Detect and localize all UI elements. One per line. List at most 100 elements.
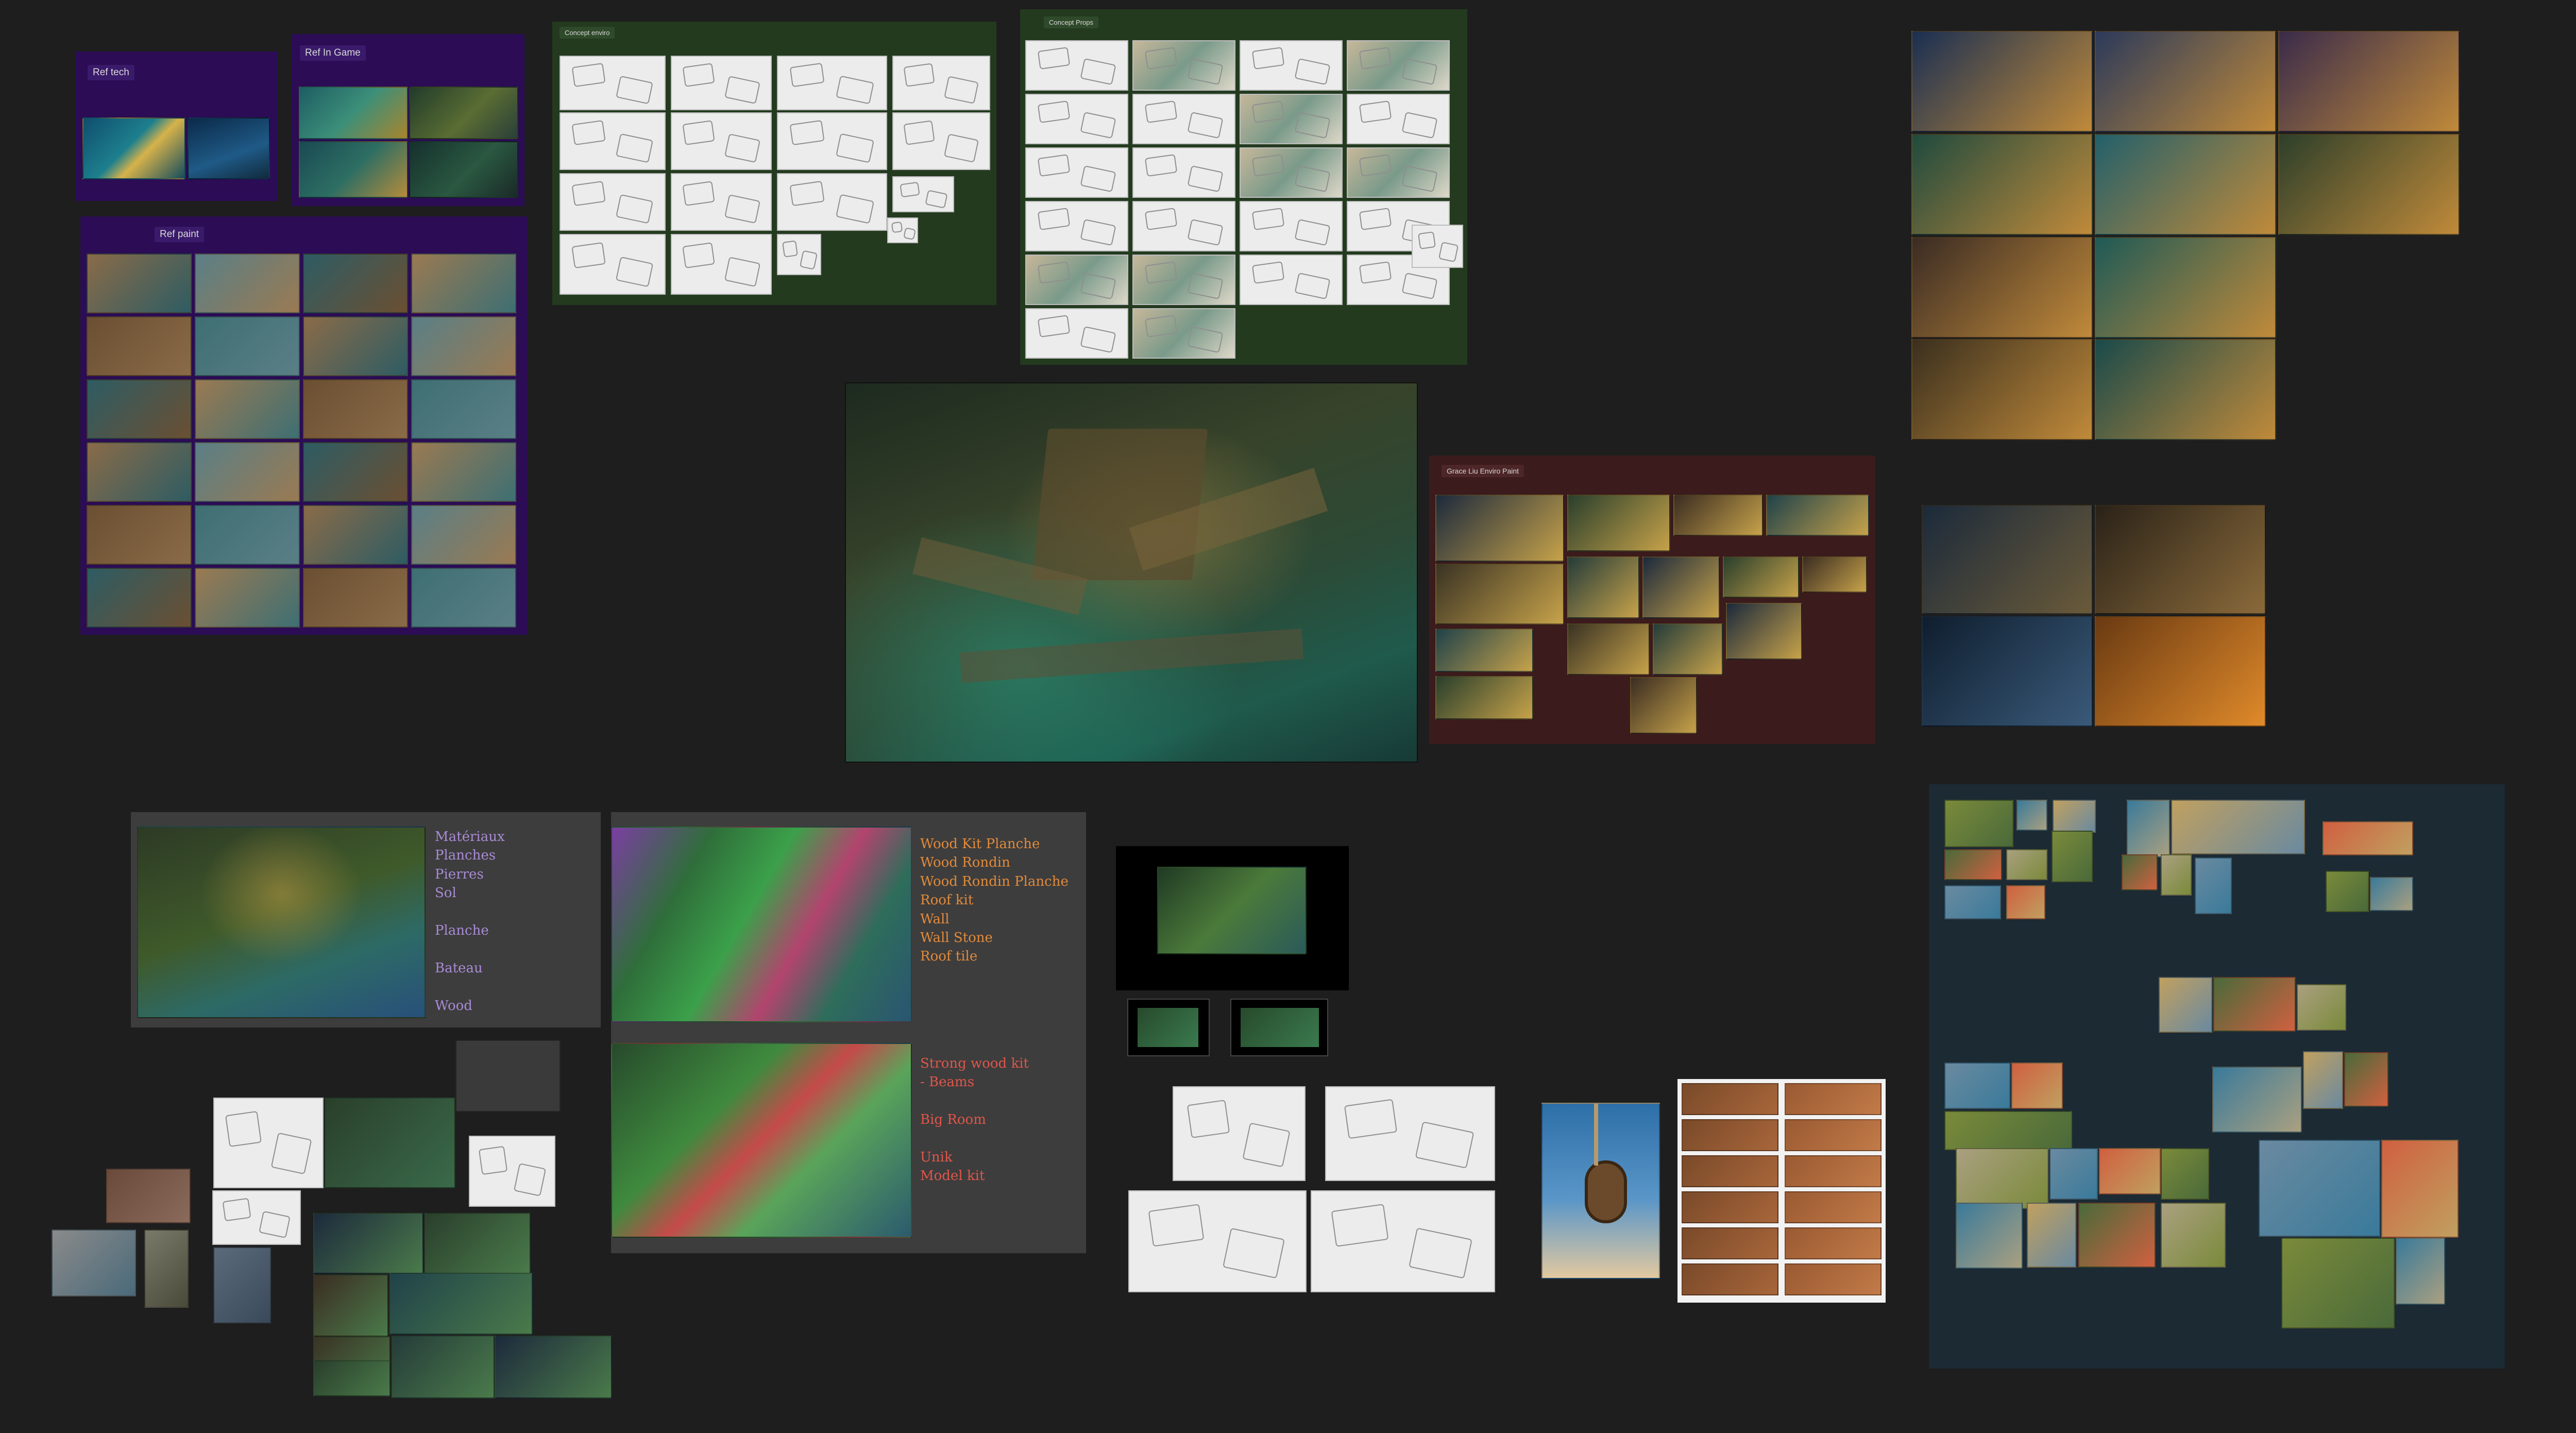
plank-texture[interactable]	[1785, 1227, 1882, 1259]
photo-reference[interactable]	[2396, 1238, 2445, 1305]
photo-reference[interactable]	[2011, 1063, 2063, 1109]
concept-sheet[interactable]	[777, 234, 821, 275]
photo-reference[interactable]	[2049, 1148, 2098, 1200]
enviro-paint-image[interactable]	[1567, 557, 1639, 618]
concept-sheet[interactable]	[560, 234, 666, 295]
prop-concept-sheet[interactable]	[1240, 201, 1343, 251]
reference-image[interactable]	[82, 117, 185, 179]
concept-sheet[interactable]	[560, 112, 666, 170]
prop-reference-image[interactable]	[303, 379, 408, 439]
prop-reference-image[interactable]	[195, 379, 300, 439]
photo-reference[interactable]	[2016, 800, 2047, 831]
plank-texture[interactable]	[1682, 1155, 1778, 1187]
game-thumbnail[interactable]	[313, 1275, 388, 1337]
ship-interior-screenshot[interactable]	[1922, 616, 2093, 727]
prop-concept-sheet[interactable]	[1132, 308, 1235, 359]
photo-reference[interactable]	[2297, 984, 2346, 1031]
game-screenshot[interactable]	[2095, 31, 2276, 132]
prop-reference-image[interactable]	[303, 505, 408, 565]
prop-concept-sheet[interactable]	[1347, 40, 1450, 91]
enviro-paint-image[interactable]	[1567, 623, 1650, 675]
ship-interior-screenshot[interactable]	[2095, 616, 2266, 727]
photo-reference[interactable]	[2078, 1203, 2156, 1268]
wood-texture-sheet[interactable]	[1677, 1079, 1886, 1303]
paintover-image[interactable]	[137, 827, 426, 1018]
photo-reference[interactable]	[2213, 977, 2296, 1032]
prop-concept-sheet[interactable]	[1132, 255, 1235, 305]
concept-sheet[interactable]	[671, 56, 772, 110]
concept-sheet[interactable]	[777, 56, 887, 110]
sketch-sheet[interactable]	[1311, 1190, 1495, 1292]
ui-widget-screenshot[interactable]	[455, 1040, 561, 1112]
concept-sheet[interactable]	[892, 176, 954, 212]
preview-thumbnail[interactable]	[1230, 999, 1328, 1056]
concept-sheet[interactable]	[560, 56, 666, 110]
plank-texture[interactable]	[1785, 1191, 1882, 1223]
color-coded-paintover[interactable]	[611, 1043, 912, 1238]
ref-paint-board[interactable]: Ref paint	[80, 216, 528, 635]
prop-concept-sheet[interactable]	[1240, 255, 1343, 305]
prop-concept-sheet[interactable]	[1025, 94, 1128, 144]
prop-reference-image[interactable]	[303, 254, 408, 313]
game-screenshot[interactable]	[2095, 237, 2276, 338]
concept-sheet[interactable]	[671, 234, 772, 295]
photo-reference[interactable]	[2326, 871, 2369, 912]
game-screenshot[interactable]	[2278, 31, 2460, 132]
prop-reference-image[interactable]	[195, 505, 300, 565]
enviro-paint-image[interactable]	[1723, 557, 1799, 598]
enviro-paint-image[interactable]	[1435, 564, 1564, 625]
enviro-paint-image[interactable]	[1726, 603, 1802, 660]
game-screenshot[interactable]	[2278, 134, 2460, 235]
game-thumbnail[interactable]	[313, 1213, 423, 1274]
concept-sheet[interactable]	[671, 112, 772, 170]
game-screenshot[interactable]	[2095, 339, 2276, 440]
game-screenshot[interactable]	[2095, 134, 2276, 235]
photo-reference-board[interactable]	[1929, 784, 2505, 1369]
prop-reference-image[interactable]	[87, 379, 192, 439]
prop-concept-sheet[interactable]	[1132, 147, 1235, 198]
photo-reference[interactable]	[2195, 857, 2232, 914]
prop-concept-sheet[interactable]	[212, 1190, 301, 1245]
prop-reference-image[interactable]	[303, 316, 408, 376]
preview-thumbnail[interactable]	[1127, 999, 1210, 1056]
sketch-sheet[interactable]	[1128, 1190, 1307, 1292]
plank-texture[interactable]	[1682, 1191, 1778, 1223]
photo-reference[interactable]	[2161, 1203, 2226, 1268]
photo-reference[interactable]	[2323, 821, 2413, 855]
photo-reference[interactable]	[2259, 1140, 2380, 1237]
photo-reference[interactable]	[1944, 800, 2013, 847]
prop-concept-sheet[interactable]	[1132, 201, 1235, 251]
prop-reference-image[interactable]	[195, 316, 300, 376]
prop-reference-image[interactable]	[195, 442, 300, 502]
screenshot-preview[interactable]	[1116, 846, 1349, 990]
photo-reference[interactable]	[2344, 1052, 2388, 1107]
prop-concept-sheet[interactable]	[1347, 147, 1450, 198]
ref-in-game-board[interactable]: Ref In Game	[292, 34, 524, 206]
prop-reference-image[interactable]	[411, 442, 516, 502]
concept-props-board[interactable]: Concept Props	[1020, 9, 1467, 365]
reference-image[interactable]	[188, 117, 270, 179]
preview-image[interactable]	[1157, 867, 1307, 954]
prop-reference-image[interactable]	[87, 254, 192, 313]
in-game-screenshot[interactable]	[299, 87, 408, 139]
photo-reference[interactable]	[2281, 1238, 2395, 1328]
sketch-sheet[interactable]	[1173, 1086, 1306, 1181]
concept-sheet[interactable]	[671, 173, 772, 231]
door-reference[interactable]	[106, 1169, 191, 1223]
photo-reference[interactable]	[2381, 1140, 2459, 1238]
prop-reference-image[interactable]	[303, 442, 408, 502]
main-environment-painting[interactable]	[845, 382, 1418, 763]
photo-reference[interactable]	[2127, 800, 2170, 857]
prop-reference-image[interactable]	[411, 379, 516, 439]
plank-texture[interactable]	[1785, 1083, 1882, 1115]
photo-reference[interactable]	[2161, 854, 2192, 896]
photo-reference[interactable]	[1944, 1063, 2010, 1109]
photo-reference[interactable]	[2027, 1203, 2076, 1268]
prop-concept-sheet[interactable]	[1412, 225, 1463, 268]
prop-concept-sheet[interactable]	[213, 1098, 324, 1188]
photo-reference[interactable]	[2161, 1148, 2209, 1200]
plank-texture[interactable]	[1682, 1083, 1778, 1115]
enviro-paint-image[interactable]	[1630, 677, 1697, 734]
enviro-paint-image[interactable]	[1642, 557, 1720, 618]
enviro-paint-image[interactable]	[1766, 495, 1869, 536]
